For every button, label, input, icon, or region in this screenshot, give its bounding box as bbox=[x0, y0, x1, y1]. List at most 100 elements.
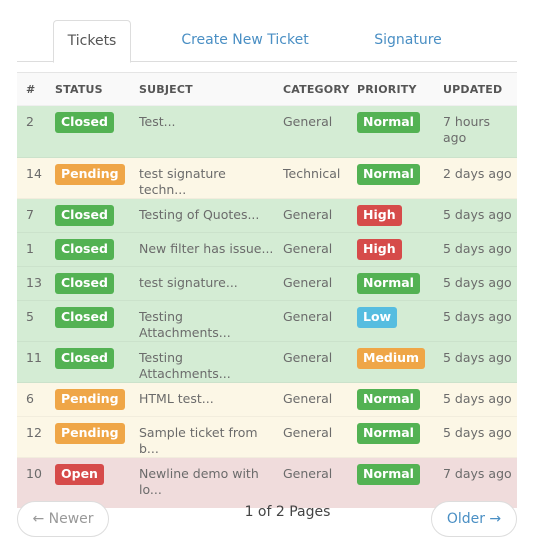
ticket-number: 1 bbox=[17, 232, 46, 267]
header-priority[interactable]: PRIORITY bbox=[348, 73, 434, 106]
ticket-subject-link[interactable]: test signature techn... bbox=[130, 157, 274, 199]
ticket-updated: 5 days ago bbox=[434, 266, 517, 301]
ticket-subject-link[interactable]: Testing Attachments... bbox=[130, 300, 274, 342]
priority-cell: Normal bbox=[348, 157, 434, 199]
priority-badge: Normal bbox=[357, 464, 420, 485]
ticket-row[interactable]: 14 Pending test signature techn... Technica… bbox=[17, 157, 517, 199]
status-cell: Closed bbox=[46, 300, 130, 342]
ticket-number: 13 bbox=[17, 266, 46, 301]
status-cell: Closed bbox=[46, 105, 130, 158]
ticket-updated: 5 days ago bbox=[434, 416, 517, 458]
priority-cell: Medium bbox=[348, 341, 434, 383]
ticket-number: 6 bbox=[17, 382, 46, 417]
ticket-row[interactable]: 12 Pending Sample ticket from b... General N… bbox=[17, 416, 517, 458]
ticket-category: General bbox=[274, 232, 348, 267]
priority-cell: High bbox=[348, 198, 434, 233]
ticket-row[interactable]: 10 Open Newline demo with lo... General Norm… bbox=[17, 457, 517, 508]
ticket-category: General bbox=[274, 457, 348, 508]
ticket-updated: 5 days ago bbox=[434, 198, 517, 233]
ticket-subject-link[interactable]: Testing Attachments... bbox=[130, 341, 274, 383]
ticket-category: General bbox=[274, 105, 348, 158]
ticket-number: 10 bbox=[17, 457, 46, 508]
status-badge: Pending bbox=[55, 389, 125, 410]
ticket-row[interactable]: 11 Closed Testing Attachments... General Med… bbox=[17, 341, 517, 383]
status-cell: Closed bbox=[46, 232, 130, 267]
ticket-updated: 5 days ago bbox=[434, 300, 517, 342]
priority-cell: Normal bbox=[348, 382, 434, 417]
ticket-category: Technical bbox=[274, 157, 348, 199]
priority-cell: Low bbox=[348, 300, 434, 342]
ticket-number: 7 bbox=[17, 198, 46, 233]
ticket-subject-link[interactable]: Testing of Quotes... bbox=[130, 198, 274, 233]
status-badge: Closed bbox=[55, 348, 114, 369]
ticket-updated: 7 days ago bbox=[434, 457, 517, 508]
table-header-row: # STATUS SUBJECT CATEGORY PRIORITY UPDAT… bbox=[17, 72, 517, 106]
ticket-subject-link[interactable]: Newline demo with lo... bbox=[130, 457, 274, 508]
ticket-number: 14 bbox=[17, 157, 46, 199]
priority-badge: Normal bbox=[357, 112, 420, 133]
priority-cell: Normal bbox=[348, 105, 434, 158]
priority-badge: Normal bbox=[357, 423, 420, 444]
tab-signature[interactable]: Signature bbox=[362, 20, 454, 62]
status-badge: Closed bbox=[55, 273, 114, 294]
ticket-subject-link[interactable]: HTML test... bbox=[130, 382, 274, 417]
priority-cell: Normal bbox=[348, 416, 434, 458]
status-badge: Closed bbox=[55, 307, 114, 328]
ticket-row[interactable]: 5 Closed Testing Attachments... General Low 5… bbox=[17, 300, 517, 342]
header-subject[interactable]: SUBJECT bbox=[130, 73, 274, 106]
status-badge: Open bbox=[55, 464, 104, 485]
ticket-subject-link[interactable]: Sample ticket from b... bbox=[130, 416, 274, 458]
ticket-category: General bbox=[274, 198, 348, 233]
ticket-number: 2 bbox=[17, 105, 46, 158]
ticket-category: General bbox=[274, 416, 348, 458]
ticket-updated: 2 days ago bbox=[434, 157, 517, 199]
status-cell: Closed bbox=[46, 266, 130, 301]
ticket-number: 12 bbox=[17, 416, 46, 458]
status-badge: Pending bbox=[55, 164, 125, 185]
ticket-subject-link[interactable]: test signature... bbox=[130, 266, 274, 301]
ticket-number: 5 bbox=[17, 300, 46, 342]
tab-bar: Tickets Create New Ticket Signature bbox=[17, 20, 517, 63]
priority-badge: Normal bbox=[357, 273, 420, 294]
ticket-updated: 5 days ago bbox=[434, 341, 517, 383]
header-status[interactable]: STATUS bbox=[46, 73, 130, 106]
priority-cell: Normal bbox=[348, 266, 434, 301]
status-cell: Pending bbox=[46, 416, 130, 458]
ticket-row[interactable]: 13 Closed test signature... General Normal 5 … bbox=[17, 266, 517, 301]
ticket-updated: 5 days ago bbox=[434, 232, 517, 267]
ticket-updated: 5 days ago bbox=[434, 382, 517, 417]
ticket-category: General bbox=[274, 341, 348, 383]
status-badge: Closed bbox=[55, 239, 114, 260]
ticket-category: General bbox=[274, 382, 348, 417]
ticket-updated: 7 hours ago bbox=[434, 105, 517, 158]
priority-cell: High bbox=[348, 232, 434, 267]
ticket-row[interactable]: 1 Closed New filter has issue... General Hig… bbox=[17, 232, 517, 267]
tab-tickets[interactable]: Tickets bbox=[53, 20, 131, 63]
newer-button[interactable]: ← Newer bbox=[17, 501, 109, 537]
status-badge: Closed bbox=[55, 205, 114, 226]
status-cell: Pending bbox=[46, 382, 130, 417]
tickets-table: # STATUS SUBJECT CATEGORY PRIORITY UPDAT… bbox=[17, 72, 517, 508]
priority-badge: Medium bbox=[357, 348, 426, 369]
priority-badge: Normal bbox=[357, 389, 420, 410]
ticket-row[interactable]: 6 Pending HTML test... General Normal 5 days … bbox=[17, 382, 517, 417]
priority-badge: Normal bbox=[357, 164, 420, 185]
header-number[interactable]: # bbox=[17, 73, 46, 106]
page-info: 1 of 2 Pages bbox=[244, 504, 331, 520]
older-button[interactable]: Older → bbox=[431, 501, 517, 537]
ticket-subject-link[interactable]: Test... bbox=[130, 105, 274, 158]
header-updated[interactable]: UPDATED bbox=[434, 73, 517, 106]
status-cell: Open bbox=[46, 457, 130, 508]
ticket-category: General bbox=[274, 266, 348, 301]
priority-badge: Low bbox=[357, 307, 398, 328]
tab-create-new-ticket[interactable]: Create New Ticket bbox=[172, 20, 318, 62]
ticket-row[interactable]: 7 Closed Testing of Quotes... General High 5 … bbox=[17, 198, 517, 233]
priority-badge: High bbox=[357, 205, 402, 226]
status-badge: Pending bbox=[55, 423, 125, 444]
ticket-subject-link[interactable]: New filter has issue... bbox=[130, 232, 274, 267]
status-badge: Closed bbox=[55, 112, 114, 133]
ticket-row[interactable]: 2 Closed Test... General Normal 7 hours ago bbox=[17, 105, 517, 158]
status-cell: Pending bbox=[46, 157, 130, 199]
status-cell: Closed bbox=[46, 198, 130, 233]
header-category[interactable]: CATEGORY bbox=[274, 73, 349, 106]
